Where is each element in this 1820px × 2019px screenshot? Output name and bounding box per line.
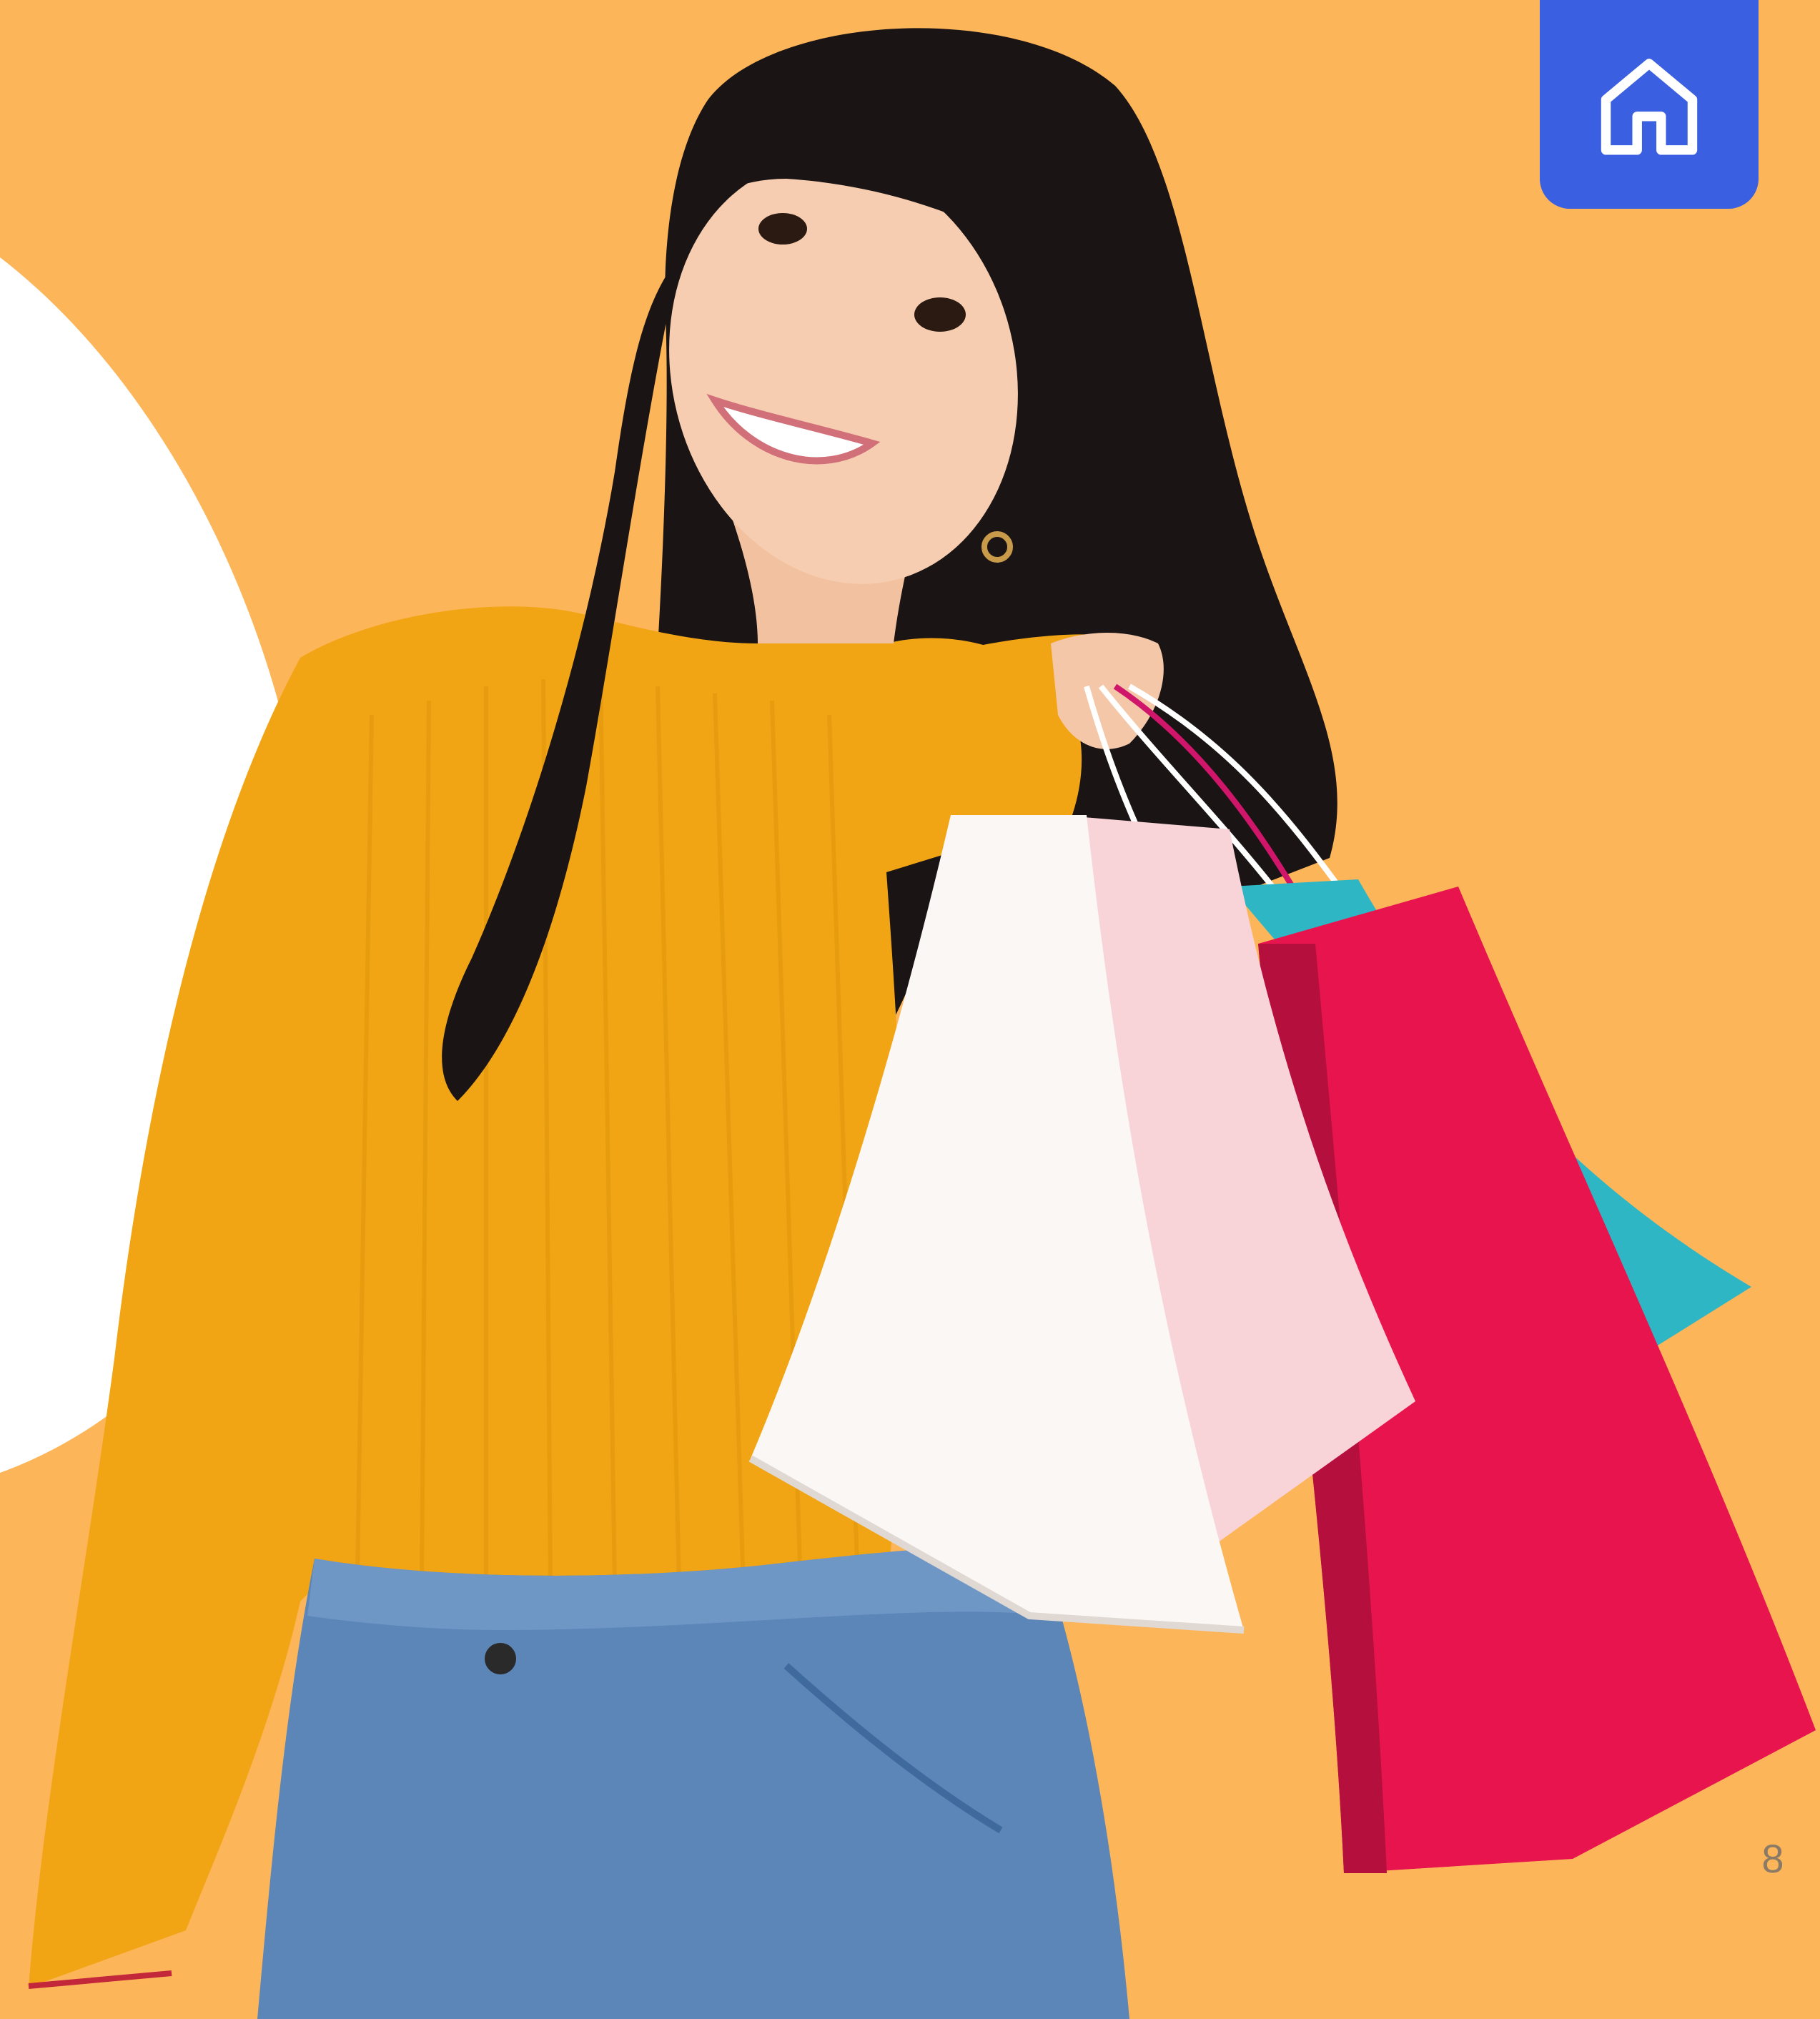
home-button[interactable]: [1540, 0, 1759, 209]
woman-with-shopping-bags-photo: [28, 28, 1816, 2019]
jeans-button: [485, 1643, 516, 1674]
left-eye: [758, 213, 807, 245]
page-number: 8: [1761, 1836, 1784, 1881]
page-illustration: [0, 28, 1816, 2019]
right-eye: [914, 297, 966, 332]
home-icon: [1601, 59, 1698, 155]
